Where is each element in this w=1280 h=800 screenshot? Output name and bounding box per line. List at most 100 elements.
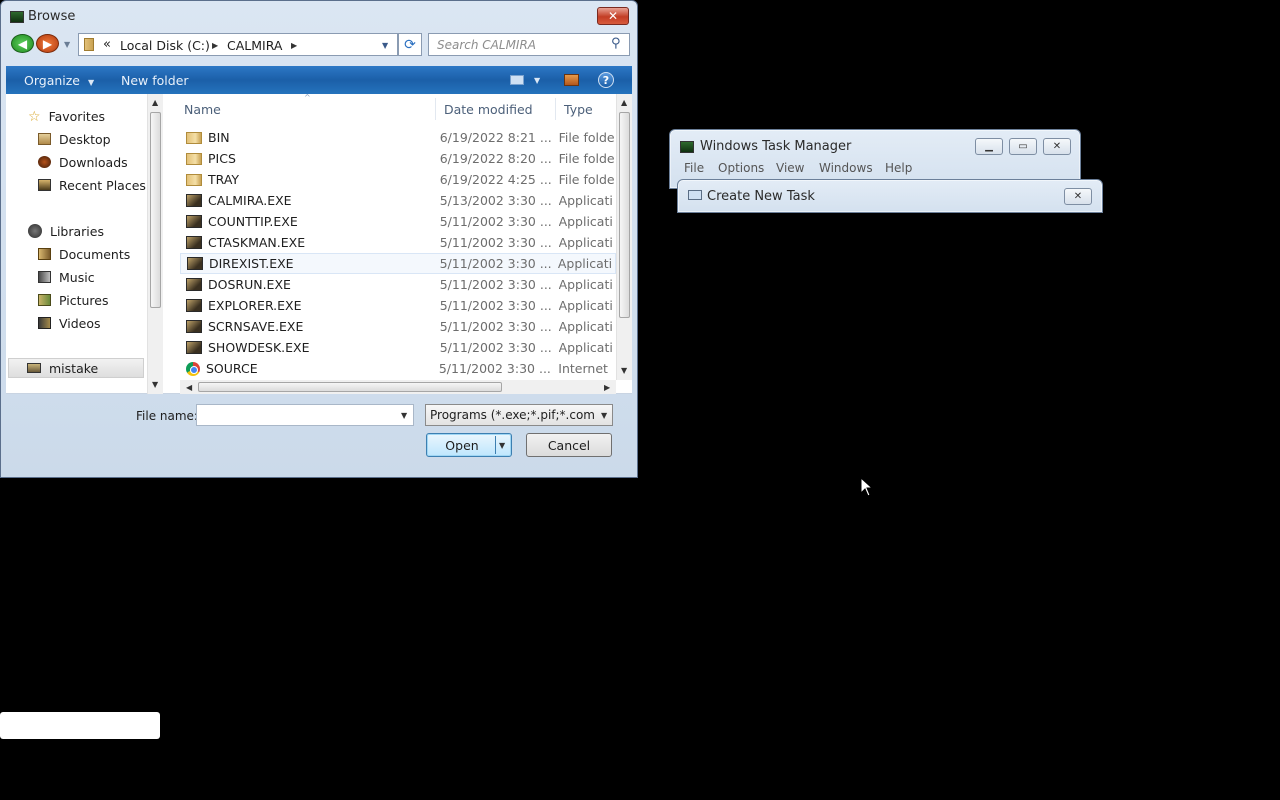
scroll-right-icon[interactable]: ▶ (604, 383, 610, 392)
exe-icon (186, 215, 202, 228)
menu-help[interactable]: Help (885, 161, 912, 175)
menu-windows[interactable]: Windows (819, 161, 873, 175)
help-icon[interactable]: ? (598, 72, 614, 88)
nav-documents[interactable]: Documents (38, 244, 130, 264)
nav-pictures[interactable]: Pictures (38, 290, 109, 310)
column-date-modified[interactable]: Date modified (444, 102, 533, 117)
preview-pane-icon[interactable] (564, 74, 579, 86)
search-icon[interactable]: ⚲ (611, 36, 621, 51)
file-row[interactable]: SCRNSAVE.EXE 5/11/2002 3:30 ... Applicati (180, 316, 616, 337)
nav-videos[interactable]: Videos (38, 313, 101, 333)
back-button[interactable]: ◀ (11, 34, 34, 53)
new-folder-button[interactable]: New folder (121, 73, 189, 88)
nav-libraries[interactable]: Libraries (28, 221, 104, 241)
file-type: Applicati (557, 256, 613, 271)
hscroll-thumb[interactable] (198, 382, 502, 392)
file-row[interactable]: SHOWDESK.EXE 5/11/2002 3:30 ... Applicati (180, 337, 616, 358)
menu-options[interactable]: Options (718, 161, 764, 175)
file-name: CALMIRA.EXE (208, 193, 292, 208)
file-row[interactable]: TRAY 6/19/2022 4:25 ... File folde (180, 169, 616, 190)
cancel-label: Cancel (547, 437, 591, 453)
scroll-left-icon[interactable]: ◀ (186, 383, 192, 392)
forward-button[interactable]: ▶ (36, 34, 59, 53)
exe-icon (186, 236, 202, 249)
file-name: PICS (208, 151, 236, 166)
nav-scroll-thumb[interactable] (150, 112, 161, 308)
nav-favorites[interactable]: ☆ Favorites (28, 106, 105, 126)
breadcrumb-separator-icon[interactable]: ▶ (212, 41, 218, 50)
desktop-icon (38, 133, 51, 145)
file-row[interactable]: SOURCE 5/11/2002 3:30 ... Internet (180, 358, 616, 379)
recent-locations-chevron-icon[interactable]: ▼ (64, 40, 70, 49)
navigation-pane: ☆ Favorites Desktop Downloads Recent Pla… (6, 94, 166, 394)
nav-downloads[interactable]: Downloads (38, 152, 128, 172)
file-date: 5/11/2002 3:30 ... (439, 214, 552, 229)
open-dropdown-icon[interactable]: ▼ (499, 441, 505, 450)
file-type: Applicati (558, 193, 613, 208)
cancel-button[interactable]: Cancel (526, 433, 612, 457)
downloads-icon (38, 156, 51, 168)
column-name[interactable]: Name (184, 102, 221, 117)
breadcrumb-separator-icon[interactable]: ▶ (291, 41, 297, 50)
column-type[interactable]: Type (564, 102, 593, 117)
documents-icon (38, 248, 51, 260)
menu-view[interactable]: View (776, 161, 804, 175)
file-row[interactable]: COUNTTIP.EXE 5/11/2002 3:30 ... Applicati (180, 211, 616, 232)
browse-dialog: Browse ✕ ◀ ▶ ▼ « Local Disk (C:) ▶ CALMI… (0, 0, 638, 478)
address-dropdown-icon[interactable]: ▼ (382, 41, 388, 50)
file-scroll-thumb[interactable] (619, 112, 630, 318)
file-row[interactable]: BIN 6/19/2022 8:21 ... File folde (180, 127, 616, 148)
breadcrumb-overflow[interactable]: « (103, 37, 111, 52)
nav-recent-places[interactable]: Recent Places (38, 175, 146, 195)
column-divider[interactable] (435, 98, 436, 120)
address-bar[interactable]: « Local Disk (C:) ▶ CALMIRA ▶ ▼ (78, 33, 398, 56)
file-name-input[interactable]: ▼ (196, 404, 414, 426)
file-row[interactable]: PICS 6/19/2022 8:20 ... File folde (180, 148, 616, 169)
maximize-button[interactable]: ▭ (1009, 138, 1037, 155)
file-name-dropdown-icon[interactable]: ▼ (401, 411, 407, 420)
file-name: TRAY (208, 172, 240, 187)
create-task-title: Create New Task (707, 189, 815, 204)
file-row[interactable]: DOSRUN.EXE 5/11/2002 3:30 ... Applicati (180, 274, 616, 295)
file-row[interactable]: EXPLORER.EXE 5/11/2002 3:30 ... Applicati (180, 295, 616, 316)
folder-icon (84, 38, 94, 51)
file-name: EXPLORER.EXE (208, 298, 302, 313)
browse-close-button[interactable]: ✕ (597, 7, 629, 25)
file-type: Applicati (558, 214, 613, 229)
breadcrumb-local-disk[interactable]: Local Disk (C:) (120, 38, 210, 53)
close-button[interactable]: ✕ (1043, 138, 1071, 155)
view-options-icon[interactable] (510, 75, 524, 85)
refresh-button[interactable]: ⟳ (398, 33, 422, 56)
minimize-button[interactable]: ▁ (975, 138, 1003, 155)
search-input[interactable]: Search CALMIRA ⚲ (428, 33, 630, 56)
menu-file[interactable]: File (684, 161, 704, 175)
nav-computer-mistake[interactable]: mistake (8, 358, 144, 378)
scroll-down-icon[interactable]: ▼ (621, 366, 627, 375)
open-button[interactable]: Open ▼ (426, 433, 512, 457)
exe-icon (186, 320, 202, 333)
scroll-down-icon[interactable]: ▼ (152, 380, 158, 389)
file-type-dropdown-icon[interactable]: ▼ (601, 411, 607, 420)
nav-music[interactable]: Music (38, 267, 95, 287)
exe-icon (186, 341, 202, 354)
file-row[interactable]: CALMIRA.EXE 5/13/2002 3:30 ... Applicati (180, 190, 616, 211)
file-type-select[interactable]: Programs (*.exe;*.pif;*.com;*.ba ▼ (425, 404, 613, 426)
nav-scrollbar[interactable]: ▲ ▼ (147, 94, 163, 394)
nav-desktop[interactable]: Desktop (38, 129, 111, 149)
file-row[interactable]: CTASKMAN.EXE 5/11/2002 3:30 ... Applicati (180, 232, 616, 253)
file-list-scrollbar[interactable]: ▲ ▼ (616, 94, 632, 380)
create-task-close-button[interactable]: ✕ (1064, 188, 1092, 205)
view-options-chevron-icon[interactable]: ▼ (534, 76, 540, 85)
create-task-window: Create New Task ✕ (677, 179, 1103, 213)
file-type: Applicati (558, 298, 613, 313)
file-list-hscrollbar[interactable]: ◀ ▶ (180, 380, 616, 394)
column-divider[interactable] (555, 98, 556, 120)
organize-chevron-icon: ▼ (87, 78, 95, 87)
file-date: 5/11/2002 3:30 ... (439, 277, 552, 292)
file-row[interactable]: DIREXIST.EXE 5/11/2002 3:30 ... Applicati (180, 253, 616, 274)
breadcrumb-calmira[interactable]: CALMIRA (227, 38, 282, 53)
scroll-up-icon[interactable]: ▲ (621, 98, 627, 107)
task-manager-menubar: File Options View Windows Help (680, 161, 1070, 177)
organize-button[interactable]: Organize ▼ (24, 73, 94, 88)
scroll-up-icon[interactable]: ▲ (152, 98, 158, 107)
